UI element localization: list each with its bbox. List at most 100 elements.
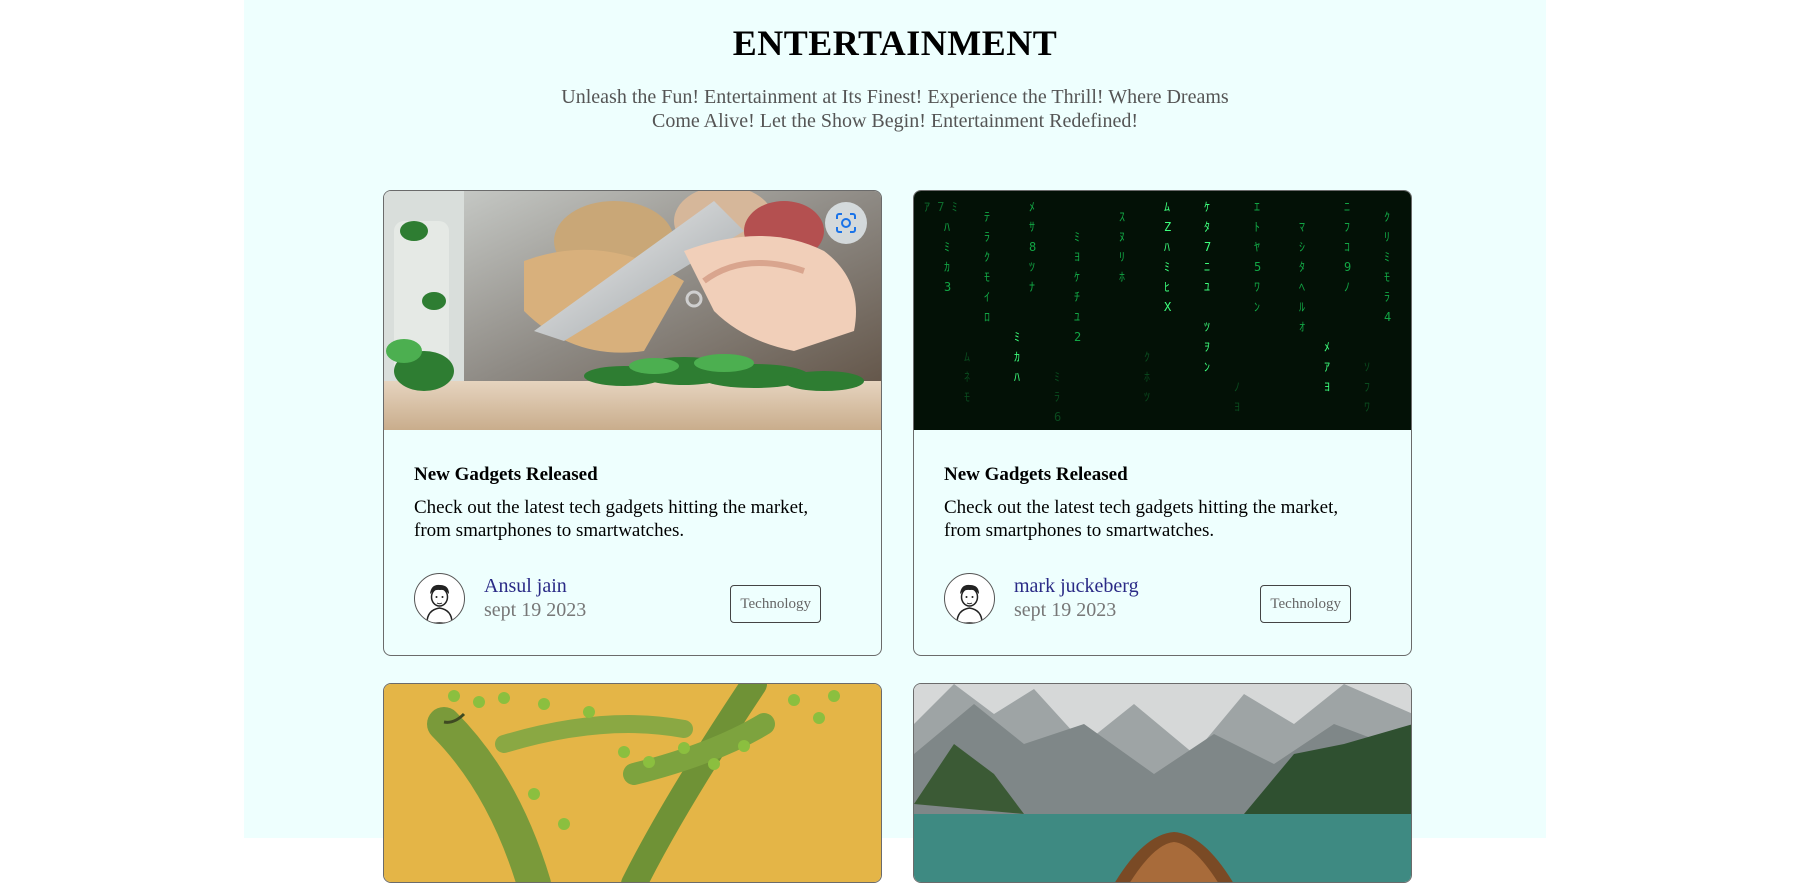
article-card[interactable]: ｱ 7 ﾐ ﾊﾐｶ3 ﾃﾗｸﾓｲﾛ ﾒｻ8ﾂﾅ ﾐﾖｹﾁﾕ2 ｽﾇﾘﾎ ｴﾄﾔ5… bbox=[913, 190, 1412, 656]
post-date: sept 19 2023 bbox=[1014, 599, 1117, 621]
svg-text:ﾇ: ﾇ bbox=[1119, 230, 1125, 244]
svg-text:2: 2 bbox=[1074, 330, 1081, 344]
svg-text:ﾋ: ﾋ bbox=[1164, 280, 1170, 294]
card-title[interactable]: New Gadgets Released bbox=[944, 464, 1381, 486]
svg-text:ｶ: ｶ bbox=[1014, 350, 1020, 364]
svg-text:ﾐ: ﾐ bbox=[1054, 370, 1060, 384]
svg-text:ｱ: ｱ bbox=[1324, 360, 1330, 374]
card-title[interactable]: New Gadgets Released bbox=[414, 464, 851, 486]
svg-text:ﾜ: ﾜ bbox=[1254, 280, 1260, 294]
svg-text:ﾊ: ﾊ bbox=[944, 220, 950, 234]
svg-text:ﾌ: ﾌ bbox=[1364, 380, 1370, 394]
svg-text:ﾎ: ﾎ bbox=[1119, 270, 1125, 284]
svg-text:ﾍ: ﾍ bbox=[1299, 280, 1305, 294]
svg-text:ﾘ: ﾘ bbox=[1119, 250, 1125, 264]
svg-text:ﾉ: ﾉ bbox=[1344, 280, 1350, 294]
svg-text:ﾑ: ﾑ bbox=[964, 350, 970, 364]
svg-text:ﾈ: ﾈ bbox=[964, 370, 970, 384]
avatar[interactable] bbox=[944, 573, 995, 624]
author-name[interactable]: mark juckeberg bbox=[1014, 575, 1139, 598]
svg-text:X: X bbox=[1164, 300, 1172, 314]
svg-text:ﾀ: ﾀ bbox=[1299, 260, 1305, 274]
svg-text:ｻ: ｻ bbox=[1029, 220, 1035, 234]
svg-text:ｹ: ｹ bbox=[1204, 200, 1210, 214]
article-card[interactable] bbox=[383, 683, 882, 883]
svg-text:ﾆ: ﾆ bbox=[1344, 200, 1350, 214]
svg-text:ﾌ: ﾌ bbox=[1344, 220, 1350, 234]
svg-text:ﾊ: ﾊ bbox=[1164, 240, 1170, 254]
svg-text:ﾔ: ﾔ bbox=[1254, 240, 1260, 254]
card-description: Check out the latest tech gadgets hittin… bbox=[414, 497, 809, 541]
svg-text:ﾁ: ﾁ bbox=[1074, 290, 1080, 304]
page-subtitle: Unleash the Fun! Entertainment at Its Fi… bbox=[561, 86, 1229, 132]
svg-text:ｵ: ｵ bbox=[1299, 320, 1305, 334]
svg-text:ｸ: ｸ bbox=[984, 250, 990, 264]
article-card[interactable]: New Gadgets Released Check out the lates… bbox=[383, 190, 882, 656]
svg-text:ﾖ: ﾖ bbox=[1324, 380, 1330, 394]
green-peas-image bbox=[384, 684, 881, 882]
card-description: Check out the latest tech gadgets hittin… bbox=[944, 497, 1339, 541]
svg-text:ﾒ: ﾒ bbox=[1324, 340, 1330, 354]
svg-text:ﾓ: ﾓ bbox=[984, 270, 990, 284]
svg-text:ｴ: ｴ bbox=[1254, 200, 1260, 214]
svg-text:ﾖ: ﾖ bbox=[1234, 400, 1240, 414]
svg-text:ﾝ: ﾝ bbox=[1204, 360, 1210, 374]
svg-text:ﾐ: ﾐ bbox=[1014, 330, 1020, 344]
lens-search-button[interactable] bbox=[825, 202, 867, 244]
svg-text:ﾑ: ﾑ bbox=[1164, 200, 1170, 214]
svg-text:ﾀ: ﾀ bbox=[1204, 220, 1210, 234]
svg-text:ｹ: ｹ bbox=[1074, 270, 1080, 284]
category-tag[interactable]: Technology bbox=[1260, 585, 1351, 623]
svg-text:ﾄ: ﾄ bbox=[1254, 220, 1260, 234]
svg-text:ﾜ: ﾜ bbox=[1364, 400, 1370, 414]
svg-text:ｿ: ｿ bbox=[1364, 360, 1370, 374]
svg-text:ﾙ: ﾙ bbox=[1299, 300, 1305, 314]
svg-text:ﾗ: ﾗ bbox=[984, 230, 990, 244]
svg-text:ｲ: ｲ bbox=[984, 290, 990, 304]
svg-text:ｼ: ｼ bbox=[1299, 240, 1305, 254]
svg-text:ｸ: ｸ bbox=[1384, 210, 1390, 224]
svg-text:ｽ: ｽ bbox=[1119, 210, 1125, 224]
svg-text:Z: Z bbox=[1164, 220, 1171, 234]
category-tag[interactable]: Technology bbox=[730, 585, 821, 623]
svg-text:ﾐ: ﾐ bbox=[1164, 260, 1170, 274]
svg-text:3: 3 bbox=[944, 280, 951, 294]
svg-text:ﾃ: ﾃ bbox=[984, 210, 990, 224]
svg-text:ﾂ: ﾂ bbox=[1204, 320, 1210, 334]
svg-text:ﾊ: ﾊ bbox=[1014, 370, 1020, 384]
svg-text:ｱ 7 ﾐ: ｱ 7 ﾐ bbox=[924, 200, 958, 214]
author-name[interactable]: Ansul jain bbox=[484, 575, 567, 598]
svg-text:4: 4 bbox=[1384, 310, 1391, 324]
svg-text:ﾐ: ﾐ bbox=[1074, 230, 1080, 244]
svg-text:ﾂ: ﾂ bbox=[1144, 390, 1150, 404]
svg-text:ｸ: ｸ bbox=[1144, 350, 1150, 364]
svg-text:ｺ: ｺ bbox=[1344, 240, 1350, 254]
svg-text:ﾐ: ﾐ bbox=[1384, 250, 1390, 264]
svg-text:ﾅ: ﾅ bbox=[1029, 280, 1035, 294]
svg-text:ﾓ: ﾓ bbox=[964, 390, 970, 404]
svg-text:9: 9 bbox=[1344, 260, 1351, 274]
svg-text:ﾝ: ﾝ bbox=[1254, 300, 1260, 314]
svg-text:ﾆ: ﾆ bbox=[1204, 260, 1210, 274]
svg-text:ﾘ: ﾘ bbox=[1384, 230, 1390, 244]
svg-text:ﾖ: ﾖ bbox=[1074, 250, 1080, 264]
mountain-lake-image bbox=[914, 684, 1411, 882]
svg-text:7: 7 bbox=[1204, 240, 1211, 254]
svg-text:ﾗ: ﾗ bbox=[1384, 290, 1390, 304]
svg-text:ﾎ: ﾎ bbox=[1144, 370, 1150, 384]
herbs-chopping-image bbox=[384, 191, 881, 430]
lens-icon bbox=[836, 213, 856, 233]
svg-text:5: 5 bbox=[1254, 260, 1261, 274]
svg-text:ｦ: ｦ bbox=[1204, 340, 1210, 354]
matrix-code-image: ｱ 7 ﾐ ﾊﾐｶ3 ﾃﾗｸﾓｲﾛ ﾒｻ8ﾂﾅ ﾐﾖｹﾁﾕ2 ｽﾇﾘﾎ ｴﾄﾔ5… bbox=[914, 191, 1411, 430]
svg-text:6: 6 bbox=[1054, 410, 1061, 424]
article-card[interactable] bbox=[913, 683, 1412, 883]
avatar[interactable] bbox=[414, 573, 465, 624]
svg-text:ﾗ: ﾗ bbox=[1054, 390, 1060, 404]
svg-text:ﾒ: ﾒ bbox=[1029, 200, 1035, 214]
svg-text:ﾓ: ﾓ bbox=[1384, 270, 1390, 284]
svg-text:ﾉ: ﾉ bbox=[1234, 380, 1240, 394]
svg-text:ﾏ: ﾏ bbox=[1299, 220, 1305, 234]
svg-text:8: 8 bbox=[1029, 240, 1036, 254]
svg-text:ﾕ: ﾕ bbox=[1204, 280, 1210, 294]
